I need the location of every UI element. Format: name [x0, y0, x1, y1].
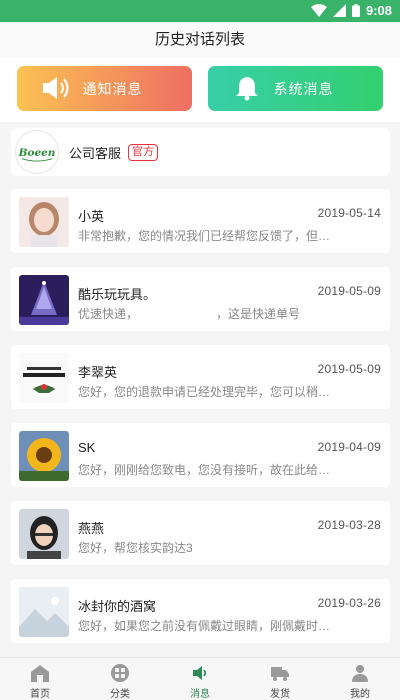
official-badge: 官方	[128, 143, 159, 161]
message-date: 2019-04-09	[317, 440, 381, 454]
speaker-icon	[43, 77, 69, 99]
message-preview: 您好，刚刚给您致电，您没有接听，故在此给…	[78, 463, 331, 477]
status-icons: 9:08	[310, 3, 392, 18]
contact-name: 李翠英	[78, 365, 118, 380]
message-type-buttons: 通知消息 系统消息	[0, 58, 400, 122]
contact-name: 小英	[78, 209, 105, 224]
conversation-item[interactable]: 冰封你的酒窝 2019-03-26 您好，如果您之前没有佩戴过眼睛，刚佩戴时…	[11, 579, 390, 643]
bell-icon	[236, 77, 258, 101]
tab-home[interactable]: 首页	[0, 658, 80, 700]
conversation-item[interactable]: 燕燕 2019-03-28 您好，帮您核实韵达3	[11, 501, 390, 565]
conversation-item[interactable]: SK 2019-04-09 您好，刚刚给您致电，您没有接听，故在此给…	[11, 423, 390, 487]
company-logo: Boeen	[15, 130, 59, 174]
message-preview: 优速快递， ，这是快递单号	[78, 307, 301, 321]
message-preview: 您好，帮您核实韵达3	[78, 541, 193, 555]
tab-messages[interactable]: 消息	[160, 658, 240, 700]
notification-messages-label: 通知消息	[82, 80, 143, 97]
message-preview: 非常抱歉，您的情况我们已经帮您反馈了，但…	[78, 229, 331, 243]
page-title: 历史对话列表	[154, 31, 245, 48]
status-bar: 9:08	[0, 0, 400, 22]
tab-profile[interactable]: 我的	[320, 658, 400, 700]
page-title-bar: 历史对话列表	[0, 22, 400, 58]
message-date: 2019-05-09	[317, 362, 381, 376]
system-messages-button[interactable]: 系统消息	[208, 66, 383, 111]
truck-icon	[271, 667, 289, 681]
service-name: 公司客服	[69, 145, 122, 161]
tab-category-label: 分类	[110, 689, 130, 700]
avatar	[19, 275, 69, 325]
conversation-item[interactable]: 酷乐玩玩具。 2019-05-09 优速快递， ，这是快递单号	[11, 267, 390, 331]
avatar	[19, 353, 69, 403]
notification-messages-button[interactable]: 通知消息	[17, 66, 192, 111]
message-date: 2019-03-28	[317, 518, 381, 532]
tab-profile-label: 我的	[350, 689, 370, 700]
tab-home-label: 首页	[30, 689, 50, 700]
avatar	[19, 197, 69, 247]
message-date: 2019-03-26	[317, 596, 381, 610]
message-date: 2019-05-09	[317, 284, 381, 298]
customer-service-item[interactable]: Boeen 公司客服 官方	[11, 128, 390, 176]
contact-name: SK	[78, 440, 96, 455]
system-messages-label: 系统消息	[273, 80, 334, 97]
conversation-item[interactable]: 李翠英 2019-05-09 您好，您的退款申请已经处理完毕，您可以稍…	[11, 345, 390, 409]
avatar	[19, 509, 69, 559]
wifi-icon	[310, 4, 327, 17]
message-icon	[193, 666, 207, 680]
status-time: 9:08	[365, 3, 392, 18]
message-date: 2019-05-14	[317, 206, 381, 220]
message-preview: 您好，您的退款申请已经处理完毕，您可以稍…	[78, 385, 331, 399]
avatar	[19, 431, 69, 481]
contact-name: 酷乐玩玩具。	[78, 287, 157, 302]
company-logo-text: Boeen	[18, 147, 56, 159]
tab-category[interactable]: 分类	[80, 658, 160, 700]
contact-name: 冰封你的酒窝	[78, 599, 157, 614]
user-icon	[352, 665, 368, 682]
battery-icon	[351, 4, 360, 17]
signal-icon	[332, 4, 346, 17]
conversation-item[interactable]: 小英 2019-05-14 非常抱歉，您的情况我们已经帮您反馈了，但…	[11, 189, 390, 253]
message-preview: 您好，如果您之前没有佩戴过眼睛，刚佩戴时…	[78, 619, 331, 633]
contact-name: 燕燕	[78, 521, 105, 536]
tab-shipping[interactable]: 发货	[240, 658, 320, 700]
tab-messages-label: 消息	[190, 689, 210, 700]
category-icon	[111, 664, 129, 682]
avatar	[19, 587, 69, 637]
home-icon	[31, 665, 49, 682]
bottom-tab-bar: 首页 分类 消息 发货 我的	[0, 657, 400, 700]
tab-shipping-label: 发货	[270, 689, 290, 700]
